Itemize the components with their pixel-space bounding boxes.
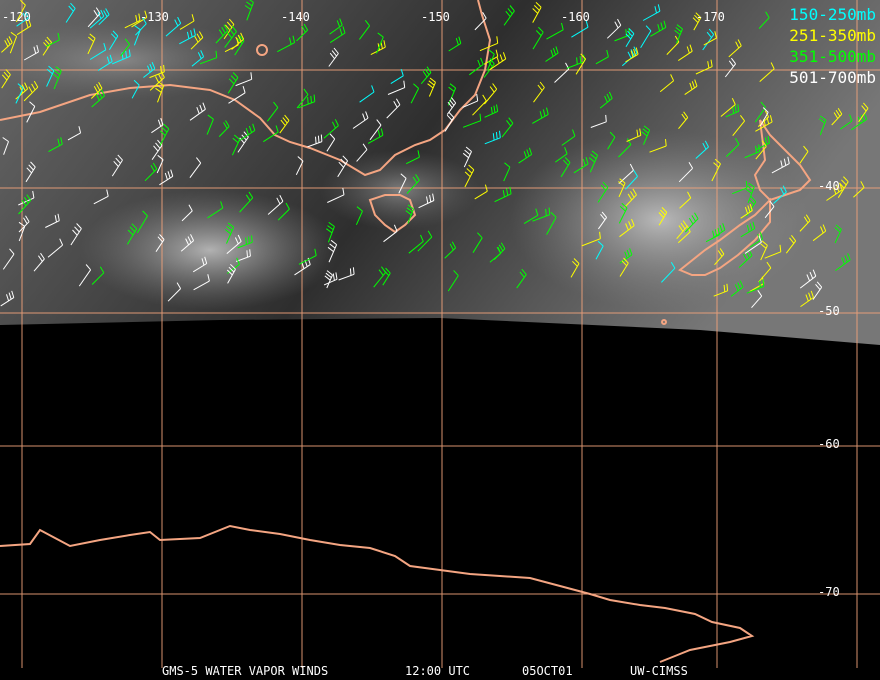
wind-barb-flag — [317, 135, 320, 143]
wind-barb-flag — [665, 139, 667, 147]
caption-satellite: GMS-5 WATER VAPOR WINDS — [162, 664, 329, 678]
wind-barb-flag — [576, 57, 578, 65]
moisture-plume — [80, 190, 340, 310]
legend-entry-150-250: 150-250mb — [789, 5, 876, 24]
legend-entry-251-350: 251-350mb — [789, 26, 876, 45]
wind-barb-flag — [320, 134, 323, 142]
longitude-label: -150 — [421, 10, 450, 24]
wind-barb-flag — [545, 208, 547, 216]
wind-barb-flag — [246, 250, 248, 258]
wind-barb-flag — [352, 267, 355, 275]
wind-barb-flag — [163, 64, 165, 72]
wind-barb-flag — [310, 95, 312, 103]
latitude-label: -50 — [818, 304, 840, 318]
wind-barb-flag — [315, 136, 317, 144]
legend-entry-501-700: 501-700mb — [789, 68, 876, 87]
caption-date: 05OCT01 — [522, 664, 573, 678]
wind-barb-flag — [307, 97, 309, 105]
wind-barb-flag — [313, 94, 316, 102]
wind-barb-flag — [726, 283, 729, 291]
pressure-legend: 150-250mb 251-350mb 351-500mb 501-700mb — [789, 4, 876, 88]
longitude-label: -120 — [2, 10, 31, 24]
wind-barb-flag — [579, 56, 582, 64]
wind-barb-flag — [605, 114, 607, 122]
wind-barb-flag — [245, 237, 247, 245]
latitude-label: -70 — [818, 585, 840, 599]
caption-time: 12:00 UTC — [405, 664, 471, 678]
latitude-label: -60 — [818, 437, 840, 451]
longitude-label: -130 — [140, 10, 169, 24]
wind-barb-flag — [548, 207, 551, 215]
wind-barb-flag — [248, 236, 250, 244]
latitude-label: -40 — [818, 179, 840, 193]
longitude-label: -140 — [281, 10, 310, 24]
satellite-map — [0, 0, 880, 668]
caption-source: UW-CIMSS — [630, 664, 688, 678]
wind-barb-flag — [249, 249, 251, 257]
wind-barb-flag — [215, 50, 218, 58]
legend-entry-351-500: 351-500mb — [789, 47, 876, 66]
wind-barb-flag — [723, 284, 726, 292]
longitude-label: -170 — [696, 10, 725, 24]
longitude-label: -160 — [561, 10, 590, 24]
wind-barb-flag — [349, 268, 352, 276]
wind-barb-flag — [479, 113, 482, 121]
image-caption: GMS-5 WATER VAPOR WINDS 12:00 UTC 05OCT0… — [0, 664, 880, 678]
